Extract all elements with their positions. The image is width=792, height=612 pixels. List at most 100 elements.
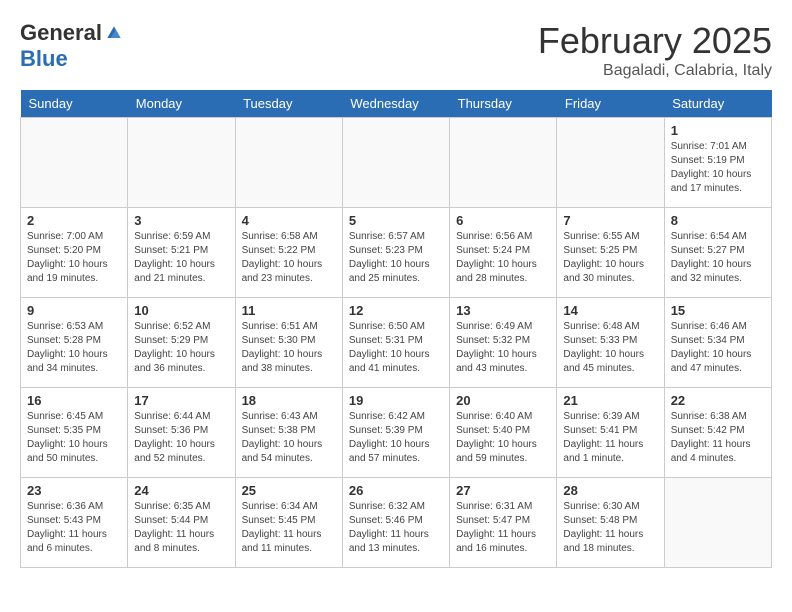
day-number: 8 <box>671 213 765 228</box>
calendar-cell: 2Sunrise: 7:00 AM Sunset: 5:20 PM Daylig… <box>21 208 128 298</box>
day-info: Sunrise: 6:57 AM Sunset: 5:23 PM Dayligh… <box>349 230 443 286</box>
calendar-cell: 24Sunrise: 6:35 AM Sunset: 5:44 PM Dayli… <box>128 478 235 568</box>
calendar-cell <box>557 118 664 208</box>
calendar-cell: 3 Sunrise: 6:59 AM Sunset: 5:21 PM Daylig… <box>128 208 235 298</box>
calendar-cell: 21Sunrise: 6:39 AM Sunset: 5:41 PM Dayli… <box>557 388 664 478</box>
month-title: February 2025 <box>538 20 772 62</box>
day-number: 1 <box>671 123 765 138</box>
day-info: Sunrise: 6:59 AM Sunset: 5:21 PM Dayligh… <box>134 230 228 286</box>
day-number: 23 <box>27 483 121 498</box>
day-number: 20 <box>456 393 550 408</box>
calendar-cell: 5 Sunrise: 6:57 AM Sunset: 5:23 PM Daylig… <box>342 208 449 298</box>
calendar-cell <box>342 118 449 208</box>
day-info: Sunrise: 6:30 AM Sunset: 5:48 PM Dayligh… <box>563 500 657 556</box>
calendar-cell: 7Sunrise: 6:55 AM Sunset: 5:25 PM Daylig… <box>557 208 664 298</box>
calendar-day-header: Sunday <box>21 90 128 118</box>
day-info: Sunrise: 6:40 AM Sunset: 5:40 PM Dayligh… <box>456 410 550 466</box>
day-info: Sunrise: 6:58 AM Sunset: 5:22 PM Dayligh… <box>242 230 336 286</box>
day-info: Sunrise: 6:31 AM Sunset: 5:47 PM Dayligh… <box>456 500 550 556</box>
calendar-cell: 19 Sunrise: 6:42 AM Sunset: 5:39 PM Dayli… <box>342 388 449 478</box>
calendar-cell: 12 Sunrise: 6:50 AM Sunset: 5:31 PM Dayli… <box>342 298 449 388</box>
logo-general-text: General <box>20 20 102 46</box>
calendar-cell: 16 Sunrise: 6:45 AM Sunset: 5:35 PM Dayli… <box>21 388 128 478</box>
calendar-cell: 27 Sunrise: 6:31 AM Sunset: 5:47 PM Dayli… <box>450 478 557 568</box>
logo-blue-text: Blue <box>20 46 68 72</box>
calendar-cell <box>235 118 342 208</box>
day-info: Sunrise: 7:00 AM Sunset: 5:20 PM Dayligh… <box>27 230 121 286</box>
calendar-cell: 4 Sunrise: 6:58 AM Sunset: 5:22 PM Daylig… <box>235 208 342 298</box>
calendar-week-row: 23 Sunrise: 6:36 AM Sunset: 5:43 PM Dayli… <box>21 478 772 568</box>
day-info: Sunrise: 6:43 AM Sunset: 5:38 PM Dayligh… <box>242 410 336 466</box>
day-number: 12 <box>349 303 443 318</box>
day-info: Sunrise: 6:32 AM Sunset: 5:46 PM Dayligh… <box>349 500 443 556</box>
calendar-cell: 15 Sunrise: 6:46 AM Sunset: 5:34 PM Dayli… <box>664 298 771 388</box>
day-number: 15 <box>671 303 765 318</box>
calendar-cell: 22 Sunrise: 6:38 AM Sunset: 5:42 PM Dayli… <box>664 388 771 478</box>
calendar-table: SundayMondayTuesdayWednesdayThursdayFrid… <box>20 90 772 568</box>
location-subtitle: Bagaladi, Calabria, Italy <box>538 62 772 80</box>
day-number: 27 <box>456 483 550 498</box>
day-info: Sunrise: 6:38 AM Sunset: 5:42 PM Dayligh… <box>671 410 765 466</box>
calendar-cell: 1Sunrise: 7:01 AM Sunset: 5:19 PM Daylig… <box>664 118 771 208</box>
day-info: Sunrise: 6:45 AM Sunset: 5:35 PM Dayligh… <box>27 410 121 466</box>
calendar-day-header: Wednesday <box>342 90 449 118</box>
day-info: Sunrise: 6:44 AM Sunset: 5:36 PM Dayligh… <box>134 410 228 466</box>
day-number: 4 <box>242 213 336 228</box>
calendar-cell <box>450 118 557 208</box>
day-number: 11 <box>242 303 336 318</box>
day-info: Sunrise: 6:52 AM Sunset: 5:29 PM Dayligh… <box>134 320 228 376</box>
day-info: Sunrise: 6:54 AM Sunset: 5:27 PM Dayligh… <box>671 230 765 286</box>
day-info: Sunrise: 6:36 AM Sunset: 5:43 PM Dayligh… <box>27 500 121 556</box>
calendar-cell: 13 Sunrise: 6:49 AM Sunset: 5:32 PM Dayli… <box>450 298 557 388</box>
calendar-cell: 9Sunrise: 6:53 AM Sunset: 5:28 PM Daylig… <box>21 298 128 388</box>
day-info: Sunrise: 6:34 AM Sunset: 5:45 PM Dayligh… <box>242 500 336 556</box>
day-info: Sunrise: 6:48 AM Sunset: 5:33 PM Dayligh… <box>563 320 657 376</box>
day-number: 13 <box>456 303 550 318</box>
calendar-cell: 20 Sunrise: 6:40 AM Sunset: 5:40 PM Dayli… <box>450 388 557 478</box>
day-number: 22 <box>671 393 765 408</box>
calendar-week-row: 16 Sunrise: 6:45 AM Sunset: 5:35 PM Dayli… <box>21 388 772 478</box>
calendar-cell <box>21 118 128 208</box>
day-number: 19 <box>349 393 443 408</box>
day-number: 10 <box>134 303 228 318</box>
day-number: 25 <box>242 483 336 498</box>
logo: General Blue <box>20 20 124 72</box>
calendar-cell <box>664 478 771 568</box>
day-number: 17 <box>134 393 228 408</box>
title-area: February 2025 Bagaladi, Calabria, Italy <box>538 20 772 80</box>
calendar-cell: 25 Sunrise: 6:34 AM Sunset: 5:45 PM Dayli… <box>235 478 342 568</box>
calendar-week-row: 2Sunrise: 7:00 AM Sunset: 5:20 PM Daylig… <box>21 208 772 298</box>
day-number: 3 <box>134 213 228 228</box>
calendar-cell: 8 Sunrise: 6:54 AM Sunset: 5:27 PM Daylig… <box>664 208 771 298</box>
day-info: Sunrise: 6:42 AM Sunset: 5:39 PM Dayligh… <box>349 410 443 466</box>
day-number: 6 <box>456 213 550 228</box>
calendar-cell: 26Sunrise: 6:32 AM Sunset: 5:46 PM Dayli… <box>342 478 449 568</box>
day-number: 5 <box>349 213 443 228</box>
calendar-week-row: 9Sunrise: 6:53 AM Sunset: 5:28 PM Daylig… <box>21 298 772 388</box>
calendar-cell <box>128 118 235 208</box>
day-number: 18 <box>242 393 336 408</box>
calendar-cell: 17 Sunrise: 6:44 AM Sunset: 5:36 PM Dayli… <box>128 388 235 478</box>
calendar-day-header: Tuesday <box>235 90 342 118</box>
logo-icon <box>104 23 124 43</box>
calendar-header-row: SundayMondayTuesdayWednesdayThursdayFrid… <box>21 90 772 118</box>
page-header: General Blue February 2025 Bagaladi, Cal… <box>20 20 772 80</box>
calendar-day-header: Saturday <box>664 90 771 118</box>
day-info: Sunrise: 6:51 AM Sunset: 5:30 PM Dayligh… <box>242 320 336 376</box>
day-number: 28 <box>563 483 657 498</box>
day-number: 16 <box>27 393 121 408</box>
day-number: 9 <box>27 303 121 318</box>
day-info: Sunrise: 6:46 AM Sunset: 5:34 PM Dayligh… <box>671 320 765 376</box>
day-info: Sunrise: 6:50 AM Sunset: 5:31 PM Dayligh… <box>349 320 443 376</box>
day-number: 14 <box>563 303 657 318</box>
calendar-cell: 6 Sunrise: 6:56 AM Sunset: 5:24 PM Daylig… <box>450 208 557 298</box>
calendar-day-header: Monday <box>128 90 235 118</box>
day-info: Sunrise: 6:56 AM Sunset: 5:24 PM Dayligh… <box>456 230 550 286</box>
calendar-cell: 23 Sunrise: 6:36 AM Sunset: 5:43 PM Dayli… <box>21 478 128 568</box>
calendar-day-header: Thursday <box>450 90 557 118</box>
day-info: Sunrise: 6:55 AM Sunset: 5:25 PM Dayligh… <box>563 230 657 286</box>
day-info: Sunrise: 6:49 AM Sunset: 5:32 PM Dayligh… <box>456 320 550 376</box>
calendar-cell: 18 Sunrise: 6:43 AM Sunset: 5:38 PM Dayli… <box>235 388 342 478</box>
calendar-cell: 11 Sunrise: 6:51 AM Sunset: 5:30 PM Dayli… <box>235 298 342 388</box>
calendar-cell: 28 Sunrise: 6:30 AM Sunset: 5:48 PM Dayli… <box>557 478 664 568</box>
